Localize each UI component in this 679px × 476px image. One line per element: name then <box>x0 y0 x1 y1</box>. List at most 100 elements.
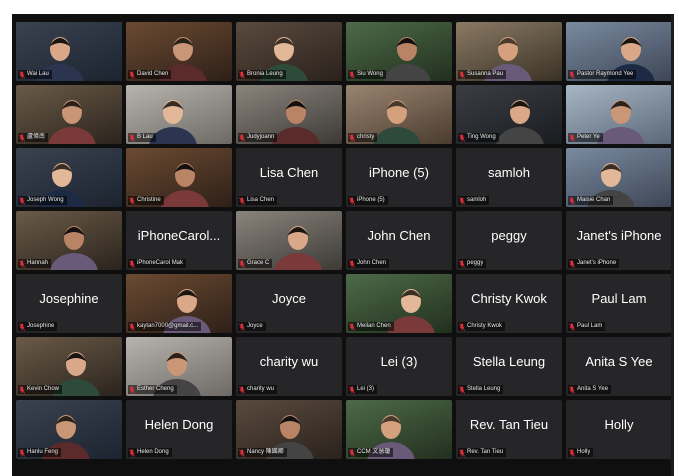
participant-name-label: Joyce <box>238 322 266 331</box>
participant-tile[interactable]: samloh samloh <box>456 148 562 207</box>
muted-mic-icon <box>19 322 25 331</box>
participant-tile[interactable]: Judyjoann <box>236 85 342 144</box>
participant-tile[interactable]: Janet's iPhone Janet's iPhone <box>566 211 672 270</box>
muted-mic-icon <box>19 259 25 268</box>
participant-tile[interactable]: B Lau <box>126 85 232 144</box>
muted-mic-icon <box>239 70 245 79</box>
muted-mic-icon <box>459 70 465 79</box>
participant-display-name: Paul Lam <box>591 291 647 306</box>
participant-name: Siu Wong <box>357 71 383 77</box>
participant-tile[interactable]: Maisie Chan <box>566 148 672 207</box>
participant-tile[interactable]: Bronia Leung <box>236 22 342 81</box>
muted-mic-icon <box>239 133 245 142</box>
participant-name-label: iPhone (5) <box>348 196 388 205</box>
participant-name-label: Joseph Wong <box>18 196 67 205</box>
participant-tile[interactable]: iPhone (5) iPhone (5) <box>346 148 452 207</box>
participant-name: iPhone (5) <box>357 197 385 203</box>
participant-tile[interactable]: Stella Leung Stella Leung <box>456 337 562 396</box>
participant-tile[interactable]: Pastor Raymond Yee <box>566 22 672 81</box>
participant-name: samloh <box>467 197 487 203</box>
participant-tile[interactable]: Helen Dong Helen Dong <box>126 400 232 459</box>
muted-mic-icon <box>569 196 575 205</box>
participant-name-label: David Chen <box>128 70 172 79</box>
muted-mic-icon <box>569 322 575 331</box>
participant-tile[interactable]: Wai Lau <box>16 22 122 81</box>
participant-name-label: Lei (3) <box>348 385 378 394</box>
muted-mic-icon <box>569 133 575 142</box>
participant-name-label: samloh <box>458 196 490 205</box>
participant-name-label: Janet's iPhone <box>568 259 620 268</box>
participant-name-label: Esther Cheng <box>128 385 177 394</box>
participant-tile[interactable]: Joyce Joyce <box>236 274 342 333</box>
muted-mic-icon <box>129 133 135 142</box>
participant-name: Josephine <box>27 323 55 329</box>
participant-tile[interactable]: 盧偉南 <box>16 85 122 144</box>
participant-tile[interactable]: Meilan Chen <box>346 274 452 333</box>
participant-name-label: Christine <box>128 196 164 205</box>
participant-name: kaytan7000@gmail.c... <box>137 323 199 329</box>
participant-tile[interactable]: Esther Cheng <box>126 337 232 396</box>
participant-name: Holly <box>577 449 591 455</box>
participant-tile[interactable]: Susanna Pau <box>456 22 562 81</box>
participant-name: David Chen <box>137 71 169 77</box>
participant-name-label: 盧偉南 <box>18 133 49 142</box>
participant-tile[interactable]: Grace C <box>236 211 342 270</box>
participant-tile[interactable]: Joseph Wong <box>16 148 122 207</box>
participant-name-label: Paul Lam <box>568 322 606 331</box>
participant-tile[interactable]: iPhoneCarol... iPhoneCarol Mak <box>126 211 232 270</box>
participant-name: Lei (3) <box>357 386 375 392</box>
participant-display-name: peggy <box>491 228 527 243</box>
participant-display-name: Lisa Chen <box>259 165 319 180</box>
participant-display-name: samloh <box>488 165 530 180</box>
participant-tile[interactable]: Holly Holly <box>566 400 672 459</box>
participant-name: Peter Ye <box>577 134 600 140</box>
participant-name-label: Josephine <box>18 322 58 331</box>
participant-tile[interactable]: Hannah <box>16 211 122 270</box>
participant-name-label: Kevin Chow <box>18 385 63 394</box>
participant-tile[interactable]: charity wu charity wu <box>236 337 342 396</box>
participant-name: christy <box>357 134 375 140</box>
participant-display-name: Christy Kwok <box>471 291 547 306</box>
participant-tile[interactable]: Anita S Yee Anita S Yee <box>566 337 672 396</box>
participant-tile[interactable]: peggy peggy <box>456 211 562 270</box>
participant-gallery-grid: Wai Lau David Chen Bronia Leung Siu Wong Sus… <box>16 22 672 459</box>
participant-tile[interactable]: Siu Wong <box>346 22 452 81</box>
participant-tile[interactable]: Paul Lam Paul Lam <box>566 274 672 333</box>
participant-name-label: charity wu <box>238 385 278 394</box>
participant-tile[interactable]: Ting Wong <box>456 85 562 144</box>
muted-mic-icon <box>569 259 575 268</box>
participant-tile[interactable]: Christine <box>126 148 232 207</box>
participant-tile[interactable]: Josephine Josephine <box>16 274 122 333</box>
participant-name-label: Bronia Leung <box>238 70 286 79</box>
participant-tile[interactable]: David Chen <box>126 22 232 81</box>
participant-name: Stella Leung <box>467 386 501 392</box>
participant-tile[interactable]: Kevin Chow <box>16 337 122 396</box>
participant-tile[interactable]: Lisa Chen Lisa Chen <box>236 148 342 207</box>
participant-tile[interactable]: Christy Kwok Christy Kwok <box>456 274 562 333</box>
participant-name: Pastor Raymond Yee <box>577 71 634 77</box>
participant-tile[interactable]: Nancy 陳國卿 <box>236 400 342 459</box>
participant-display-name: iPhoneCarol... <box>137 228 221 243</box>
participant-name-label: Christy Kwok <box>458 322 506 331</box>
participant-name: Helen Dong <box>137 449 169 455</box>
participant-tile[interactable]: CCM 文慧瓊 <box>346 400 452 459</box>
participant-name-label: Siu Wong <box>348 70 386 79</box>
participant-name-label: B Lau <box>128 133 156 142</box>
participant-tile[interactable]: christy <box>346 85 452 144</box>
muted-mic-icon <box>129 448 135 457</box>
participant-display-name: charity wu <box>259 354 319 369</box>
participant-tile[interactable]: kaytan7000@gmail.c... <box>126 274 232 333</box>
muted-mic-icon <box>459 385 465 394</box>
muted-mic-icon <box>459 448 465 457</box>
participant-name: Rev. Tan Tieu <box>467 449 504 455</box>
participant-tile[interactable]: Hanlu Feng <box>16 400 122 459</box>
participant-display-name: Rev. Tan Tieu <box>469 417 549 432</box>
participant-tile[interactable]: John Chen John Chen <box>346 211 452 270</box>
participant-tile[interactable]: Lei (3) Lei (3) <box>346 337 452 396</box>
participant-tile[interactable]: Peter Ye <box>566 85 672 144</box>
participant-name: Judyjoann <box>247 134 275 140</box>
participant-tile[interactable]: Rev. Tan Tieu Rev. Tan Tieu <box>456 400 562 459</box>
participant-name: Janet's iPhone <box>577 260 617 266</box>
participant-name-label: Wai Lau <box>18 70 52 79</box>
muted-mic-icon <box>19 133 25 142</box>
